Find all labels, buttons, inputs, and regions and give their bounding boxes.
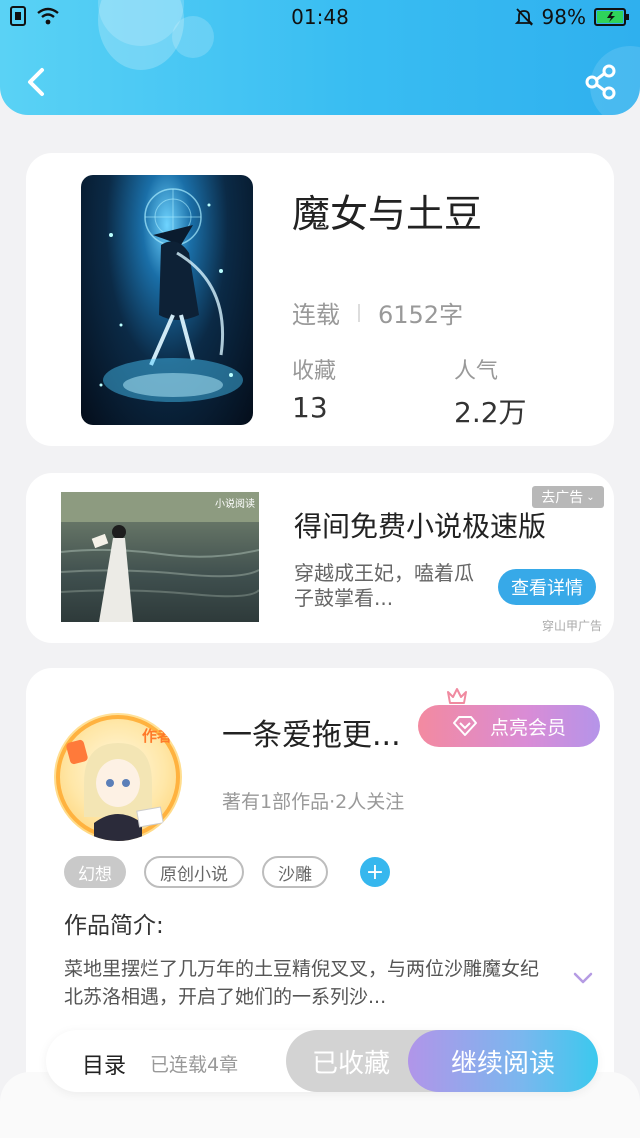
- status-right: 98%: [514, 5, 630, 29]
- bottom-action-bar: 目录 已连载4章 已收藏 继续阅读: [46, 1030, 598, 1092]
- tag-item[interactable]: 幻想: [64, 856, 126, 888]
- chevron-down-icon[interactable]: [572, 970, 594, 986]
- mute-bell-icon: [514, 8, 533, 26]
- author-avatar[interactable]: 作者: [54, 713, 182, 841]
- remove-ad-button[interactable]: 去广告 ⌄: [532, 486, 604, 508]
- author-name[interactable]: 一条爱拖更...: [222, 710, 401, 754]
- top-header: 01:48 98%: [0, 0, 640, 115]
- favorited-label: 已收藏: [312, 1048, 391, 1079]
- popularity-value: 2.2万: [454, 396, 527, 429]
- add-tag-button[interactable]: +: [360, 857, 390, 887]
- tag-item[interactable]: 原创小说: [144, 856, 244, 888]
- ad-description: 穿越成王妃，嗑着瓜子鼓掌看...: [294, 561, 474, 610]
- ad-card[interactable]: 小说阅读 得间免费小说极速版 穿越成王妃，嗑着瓜子鼓掌看... 去广告 ⌄ 查看…: [26, 473, 614, 643]
- word-count: 6152字: [378, 301, 464, 329]
- book-meta: 连载 6152字: [292, 295, 463, 330]
- book-cover-image[interactable]: [81, 175, 253, 425]
- serial-status: 连载: [292, 301, 340, 329]
- favorites-label: 收藏: [292, 359, 337, 384]
- tag-item[interactable]: 沙雕: [262, 856, 328, 888]
- status-bar: 01:48 98%: [0, 0, 640, 34]
- activate-vip-button[interactable]: 点亮会员: [418, 705, 600, 747]
- intro-text: 菜地里摆烂了几万年的土豆精倪叉叉，与两位沙雕魔女纪北苏洛相遇，开启了她们的一系列…: [64, 958, 540, 1008]
- ad-source-label: 穿山甲广告: [542, 619, 603, 633]
- book-title: 魔女与土豆: [292, 192, 483, 236]
- crown-icon: [447, 688, 467, 704]
- author-stats: 著有1部作品·2人关注: [222, 791, 405, 813]
- ad-illustration: [61, 492, 259, 622]
- chevron-down-icon: ⌄: [586, 491, 595, 503]
- vip-label: 点亮会员: [489, 716, 566, 739]
- remove-ad-label: 去广告: [541, 490, 584, 506]
- ad-title: 得间免费小说极速版: [294, 510, 547, 543]
- popularity-label: 人气: [454, 359, 499, 384]
- diamond-icon: [452, 716, 477, 736]
- cover-illustration: [99, 188, 243, 402]
- back-button[interactable]: [22, 62, 52, 102]
- ad-image-caption: 小说阅读: [215, 499, 255, 510]
- intro-heading: 作品简介:: [64, 913, 164, 939]
- table-of-contents-button[interactable]: 目录: [82, 1048, 126, 1080]
- favorites-value: 13: [292, 391, 328, 424]
- tag-list: 幻想 原创小说 沙雕 +: [64, 856, 390, 888]
- view-details-button[interactable]: 查看详情: [498, 569, 596, 605]
- continue-reading-button[interactable]: 继续阅读: [408, 1030, 598, 1092]
- battery-icon: [594, 8, 629, 26]
- ad-image[interactable]: 小说阅读: [61, 492, 259, 622]
- share-button[interactable]: [584, 64, 618, 100]
- author-badge: 作者: [141, 727, 172, 745]
- meta-divider: [358, 303, 360, 322]
- battery-percent: 98%: [541, 5, 586, 29]
- book-info-card: 魔女与土豆 连载 6152字 收藏 13 人气 2.2万: [26, 153, 614, 446]
- chapter-count: 已连载4章: [150, 1054, 239, 1076]
